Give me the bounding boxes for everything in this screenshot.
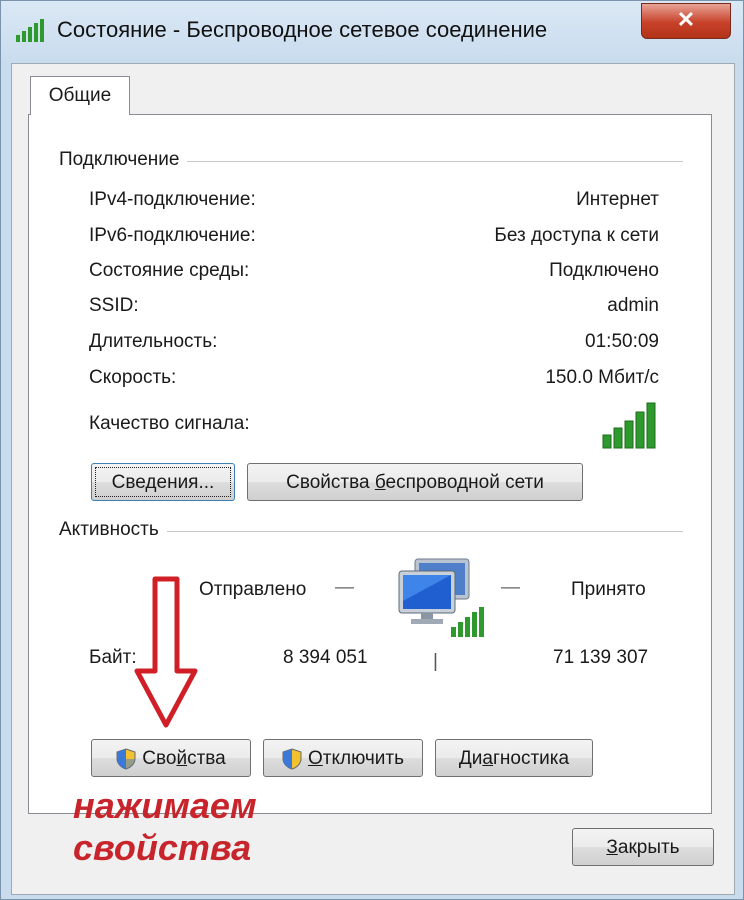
- wireless-properties-button[interactable]: Свойства беспроводной сети: [247, 463, 583, 501]
- disconnect-button[interactable]: Отключить: [263, 739, 423, 777]
- bytes-received-value: 71 139 307: [553, 647, 649, 668]
- signal-quality-row: Качество сигнала:: [89, 413, 659, 439]
- ssid-row: SSID: admin: [89, 295, 659, 321]
- diagnostics-label-post: гностика: [492, 748, 570, 769]
- ssid-label: SSID:: [89, 295, 139, 316]
- close-icon: ✕: [676, 7, 696, 32]
- close-dialog-button[interactable]: Закрыть: [572, 828, 714, 866]
- sent-label: Отправлено: [199, 579, 307, 600]
- close-window-button[interactable]: ✕: [641, 3, 731, 39]
- bytes-label: Байт:: [89, 647, 137, 668]
- close-accelerator: З: [606, 837, 618, 858]
- properties-label-pre: Сво: [142, 748, 177, 769]
- dialog-client-area: Общие Подключение IPv4-подключение: Инте…: [11, 63, 735, 895]
- diagnostics-label-pre: Ди: [458, 748, 483, 769]
- properties-accelerator: й: [176, 748, 188, 769]
- ipv6-value: Без доступа к сети: [494, 225, 659, 246]
- disconnect-accelerator: О: [307, 748, 323, 769]
- diagnostics-button[interactable]: Диагностика: [435, 739, 593, 777]
- wireless-properties-accelerator: б: [374, 472, 386, 493]
- speed-row: Скорость: 150.0 Мбит/с: [89, 367, 659, 393]
- wireless-properties-label-pre: Свойства: [286, 472, 375, 493]
- media-state-label: Состояние среды:: [89, 260, 250, 281]
- media-state-value: Подключено: [549, 260, 659, 281]
- title-bar[interactable]: Состояние - Беспроводное сетевое соедине…: [1, 1, 743, 59]
- sent-dash: —: [335, 577, 354, 598]
- window-title: Состояние - Беспроводное сетевое соедине…: [57, 17, 548, 42]
- ssid-value: admin: [607, 295, 659, 316]
- disconnect-label-post: тключить: [322, 748, 405, 769]
- diagnostics-accelerator: а: [482, 748, 493, 769]
- duration-value: 01:50:09: [585, 331, 659, 352]
- speed-value: 150.0 Мбит/с: [545, 367, 659, 388]
- duration-row: Длительность: 01:50:09: [89, 331, 659, 357]
- signal-quality-icon: [602, 402, 656, 449]
- ipv4-value: Интернет: [576, 189, 659, 210]
- annotation-arrow-icon: [134, 576, 198, 728]
- annotation-line-2: свойства: [73, 827, 252, 868]
- network-computers-icon: [398, 558, 484, 637]
- received-label: Принято: [571, 579, 646, 600]
- duration-label: Длительность:: [89, 331, 218, 352]
- properties-button[interactable]: Свойства: [91, 739, 251, 777]
- received-dash: —: [501, 577, 520, 598]
- media-state-row: Состояние среды: Подключено: [89, 260, 659, 286]
- ipv6-label: IPv6-подключение:: [89, 225, 256, 246]
- details-button-label: Сведения...: [111, 472, 215, 493]
- details-button[interactable]: Сведения...: [91, 463, 235, 501]
- properties-label-post: ства: [187, 748, 226, 769]
- speed-label: Скорость:: [89, 367, 177, 388]
- ipv6-row: IPv6-подключение: Без доступа к сети: [89, 225, 659, 251]
- ipv4-row: IPv4-подключение: Интернет: [89, 189, 659, 215]
- bytes-sent-value: 8 394 051: [283, 647, 368, 668]
- bytes-separator: |: [433, 651, 438, 672]
- annotation-line-1: нажимаем: [73, 785, 257, 826]
- tab-general[interactable]: Общие: [30, 76, 130, 115]
- connection-group-label: Подключение: [59, 149, 188, 171]
- status-dialog-window: Состояние - Беспроводное сетевое соедине…: [0, 0, 744, 900]
- wireless-signal-icon: [16, 19, 44, 42]
- uac-shield-icon: [282, 748, 302, 770]
- uac-shield-icon: [116, 748, 136, 770]
- wireless-properties-label-post: еспроводной сети: [385, 472, 544, 493]
- signal-quality-label: Качество сигнала:: [89, 413, 250, 434]
- ipv4-label: IPv4-подключение:: [89, 189, 256, 210]
- annotation-text: нажимаем свойства: [73, 785, 257, 869]
- close-label-post: акрыть: [617, 837, 680, 858]
- activity-group-label: Активность: [59, 519, 167, 541]
